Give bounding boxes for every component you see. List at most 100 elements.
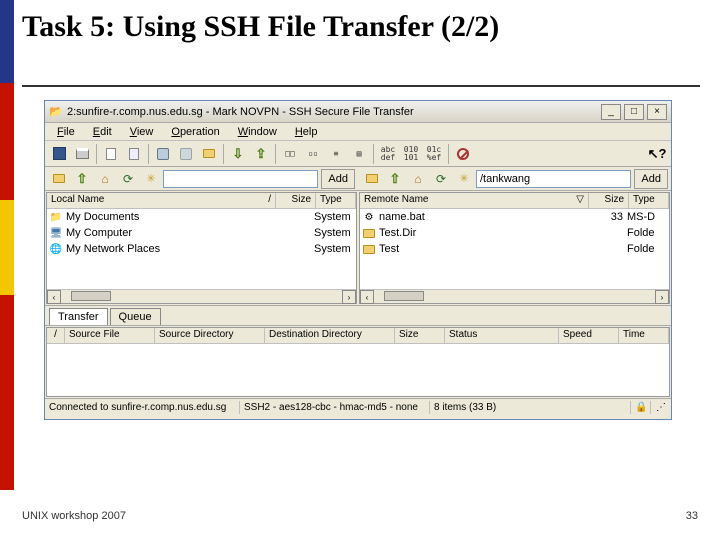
- statusbar: Connected to sunfire-r.comp.nus.edu.sg S…: [45, 398, 671, 416]
- menu-operation[interactable]: Operation: [163, 125, 227, 139]
- download-icon[interactable]: ⇩: [227, 143, 249, 165]
- local-refresh-icon[interactable]: ⟳: [117, 168, 139, 190]
- view-details-icon[interactable]: ▤: [348, 143, 370, 165]
- tab-queue[interactable]: Queue: [110, 308, 161, 325]
- local-col-name[interactable]: Local Name: [51, 194, 104, 207]
- auto-mode-icon[interactable]: 01c %ef: [423, 143, 445, 165]
- local-sort-icon[interactable]: /: [268, 194, 271, 207]
- menu-help[interactable]: Help: [287, 125, 326, 139]
- local-col-size[interactable]: Size: [276, 193, 316, 208]
- transfer-col-source-dir[interactable]: Source Directory: [155, 328, 265, 343]
- remote-col-name[interactable]: Remote Name: [364, 194, 428, 207]
- list-item: 📁My DocumentsSystem: [47, 209, 356, 225]
- transfer-col-speed[interactable]: Speed: [559, 328, 619, 343]
- remote-add-button[interactable]: Add: [634, 169, 668, 189]
- maximize-button[interactable]: □: [624, 104, 644, 120]
- app-icon: 📂: [49, 105, 63, 119]
- list-item: 🌐My Network PlacesSystem: [47, 241, 356, 257]
- scroll-left-icon: ‹: [47, 290, 61, 304]
- copy-icon[interactable]: [100, 143, 122, 165]
- stop-icon[interactable]: [452, 143, 474, 165]
- status-connection: Connected to sunfire-r.comp.nus.edu.sg: [45, 401, 240, 414]
- view-list-icon[interactable]: ≡: [325, 143, 347, 165]
- remote-col-size[interactable]: Size: [589, 193, 629, 208]
- remote-sort-icon[interactable]: ▽: [576, 194, 584, 207]
- upload-icon[interactable]: ⇪: [250, 143, 272, 165]
- status-items: 8 items (33 B): [430, 401, 631, 414]
- bottom-tabs: Transfer Queue: [45, 306, 671, 326]
- menu-view[interactable]: View: [122, 125, 162, 139]
- transfer-pane: / Source File Source Directory Destinati…: [46, 327, 670, 397]
- footer-left: UNIX workshop 2007: [22, 510, 126, 522]
- slide-sidebar-yellow: [0, 200, 14, 295]
- paste-icon[interactable]: [123, 143, 145, 165]
- folder-icon: [362, 226, 376, 240]
- transfer-col-dest-dir[interactable]: Destination Directory: [265, 328, 395, 343]
- local-path-input[interactable]: [163, 170, 318, 188]
- remote-refresh-icon[interactable]: ⟳: [430, 168, 452, 190]
- remote-location-bar: ⇧ ⌂ ⟳ ✳ Add: [358, 167, 671, 190]
- menu-window[interactable]: Window: [230, 125, 285, 139]
- list-item: ⚙name.bat33MS-D: [360, 209, 669, 225]
- transfer-list[interactable]: [47, 344, 669, 396]
- scroll-right-icon: ›: [342, 290, 356, 304]
- batch-file-icon: ⚙: [362, 210, 376, 224]
- remote-file-list[interactable]: ⚙name.bat33MS-D Test.DirFolde TestFolde: [360, 209, 669, 289]
- binary-mode-icon[interactable]: 010 101: [400, 143, 422, 165]
- location-bars: ⇧ ⌂ ⟳ ✳ Add ⇧ ⌂ ⟳ ✳ Add: [45, 167, 671, 191]
- file-panes: Local Name / Size Type 📁My DocumentsSyste…: [45, 191, 671, 306]
- transfer-col-status[interactable]: Status: [445, 328, 559, 343]
- transfer-col-source-file[interactable]: Source File: [65, 328, 155, 343]
- print-icon[interactable]: [71, 143, 93, 165]
- remote-col-type[interactable]: Type: [629, 193, 669, 208]
- titlebar[interactable]: 📂 2:sunfire-r.comp.nus.edu.sg - Mark NOV…: [45, 101, 671, 123]
- local-newfolder-icon[interactable]: [48, 168, 70, 190]
- status-grip-icon[interactable]: ⋰: [651, 401, 671, 414]
- slide-title: Task 5: Using SSH File Transfer (2/2): [22, 10, 499, 43]
- local-add-button[interactable]: Add: [321, 169, 355, 189]
- remote-home-icon[interactable]: ⌂: [407, 168, 429, 190]
- save-icon[interactable]: [48, 143, 70, 165]
- disconnect-icon[interactable]: [175, 143, 197, 165]
- remote-pane: Remote Name ▽ Size Type ⚙name.bat33MS-D T…: [359, 192, 670, 304]
- ssh-file-transfer-window: 📂 2:sunfire-r.comp.nus.edu.sg - Mark NOV…: [44, 100, 672, 420]
- connect-icon[interactable]: [152, 143, 174, 165]
- folder-icon: 📁: [49, 210, 63, 224]
- transfer-col-status-icon[interactable]: /: [47, 328, 65, 343]
- menu-file[interactable]: File: [49, 125, 83, 139]
- profiles-icon[interactable]: [198, 143, 220, 165]
- status-secure-icon: 🔒: [631, 401, 651, 414]
- help-icon[interactable]: ↖?: [646, 143, 668, 165]
- computer-icon: 🖥: [49, 226, 63, 240]
- transfer-col-size[interactable]: Size: [395, 328, 445, 343]
- local-hscroll[interactable]: ‹ ›: [47, 289, 356, 303]
- view-large-icon[interactable]: □□: [279, 143, 301, 165]
- slide-sidebar-blue: [0, 0, 14, 83]
- menubar: File Edit View Operation Window Help: [45, 123, 671, 141]
- window-title: 2:sunfire-r.comp.nus.edu.sg - Mark NOVPN…: [67, 106, 601, 118]
- title-underline: [22, 85, 700, 87]
- network-icon: 🌐: [49, 242, 63, 256]
- remote-up-icon[interactable]: ⇧: [384, 168, 406, 190]
- tab-transfer[interactable]: Transfer: [49, 308, 108, 325]
- local-favorite-icon[interactable]: ✳: [140, 168, 162, 190]
- transfer-col-time[interactable]: Time: [619, 328, 669, 343]
- folder-icon: [362, 242, 376, 256]
- local-col-type[interactable]: Type: [316, 193, 356, 208]
- local-file-list[interactable]: 📁My DocumentsSystem 🖥My ComputerSystem 🌐…: [47, 209, 356, 289]
- remote-hscroll[interactable]: ‹ ›: [360, 289, 669, 303]
- remote-newfolder-icon[interactable]: [361, 168, 383, 190]
- local-up-icon[interactable]: ⇧: [71, 168, 93, 190]
- remote-path-input[interactable]: [476, 170, 631, 188]
- local-home-icon[interactable]: ⌂: [94, 168, 116, 190]
- menu-edit[interactable]: Edit: [85, 125, 120, 139]
- footer-page-number: 33: [686, 510, 698, 522]
- list-item: Test.DirFolde: [360, 225, 669, 241]
- ascii-mode-icon[interactable]: abc def: [377, 143, 399, 165]
- close-button[interactable]: ×: [647, 104, 667, 120]
- minimize-button[interactable]: _: [601, 104, 621, 120]
- status-cipher: SSH2 - aes128-cbc - hmac-md5 - none: [240, 401, 430, 414]
- view-small-icon[interactable]: ▫▫: [302, 143, 324, 165]
- main-toolbar: ⇩ ⇪ □□ ▫▫ ≡ ▤ abc def 010 101 01c %ef ↖?: [45, 141, 671, 167]
- remote-favorite-icon[interactable]: ✳: [453, 168, 475, 190]
